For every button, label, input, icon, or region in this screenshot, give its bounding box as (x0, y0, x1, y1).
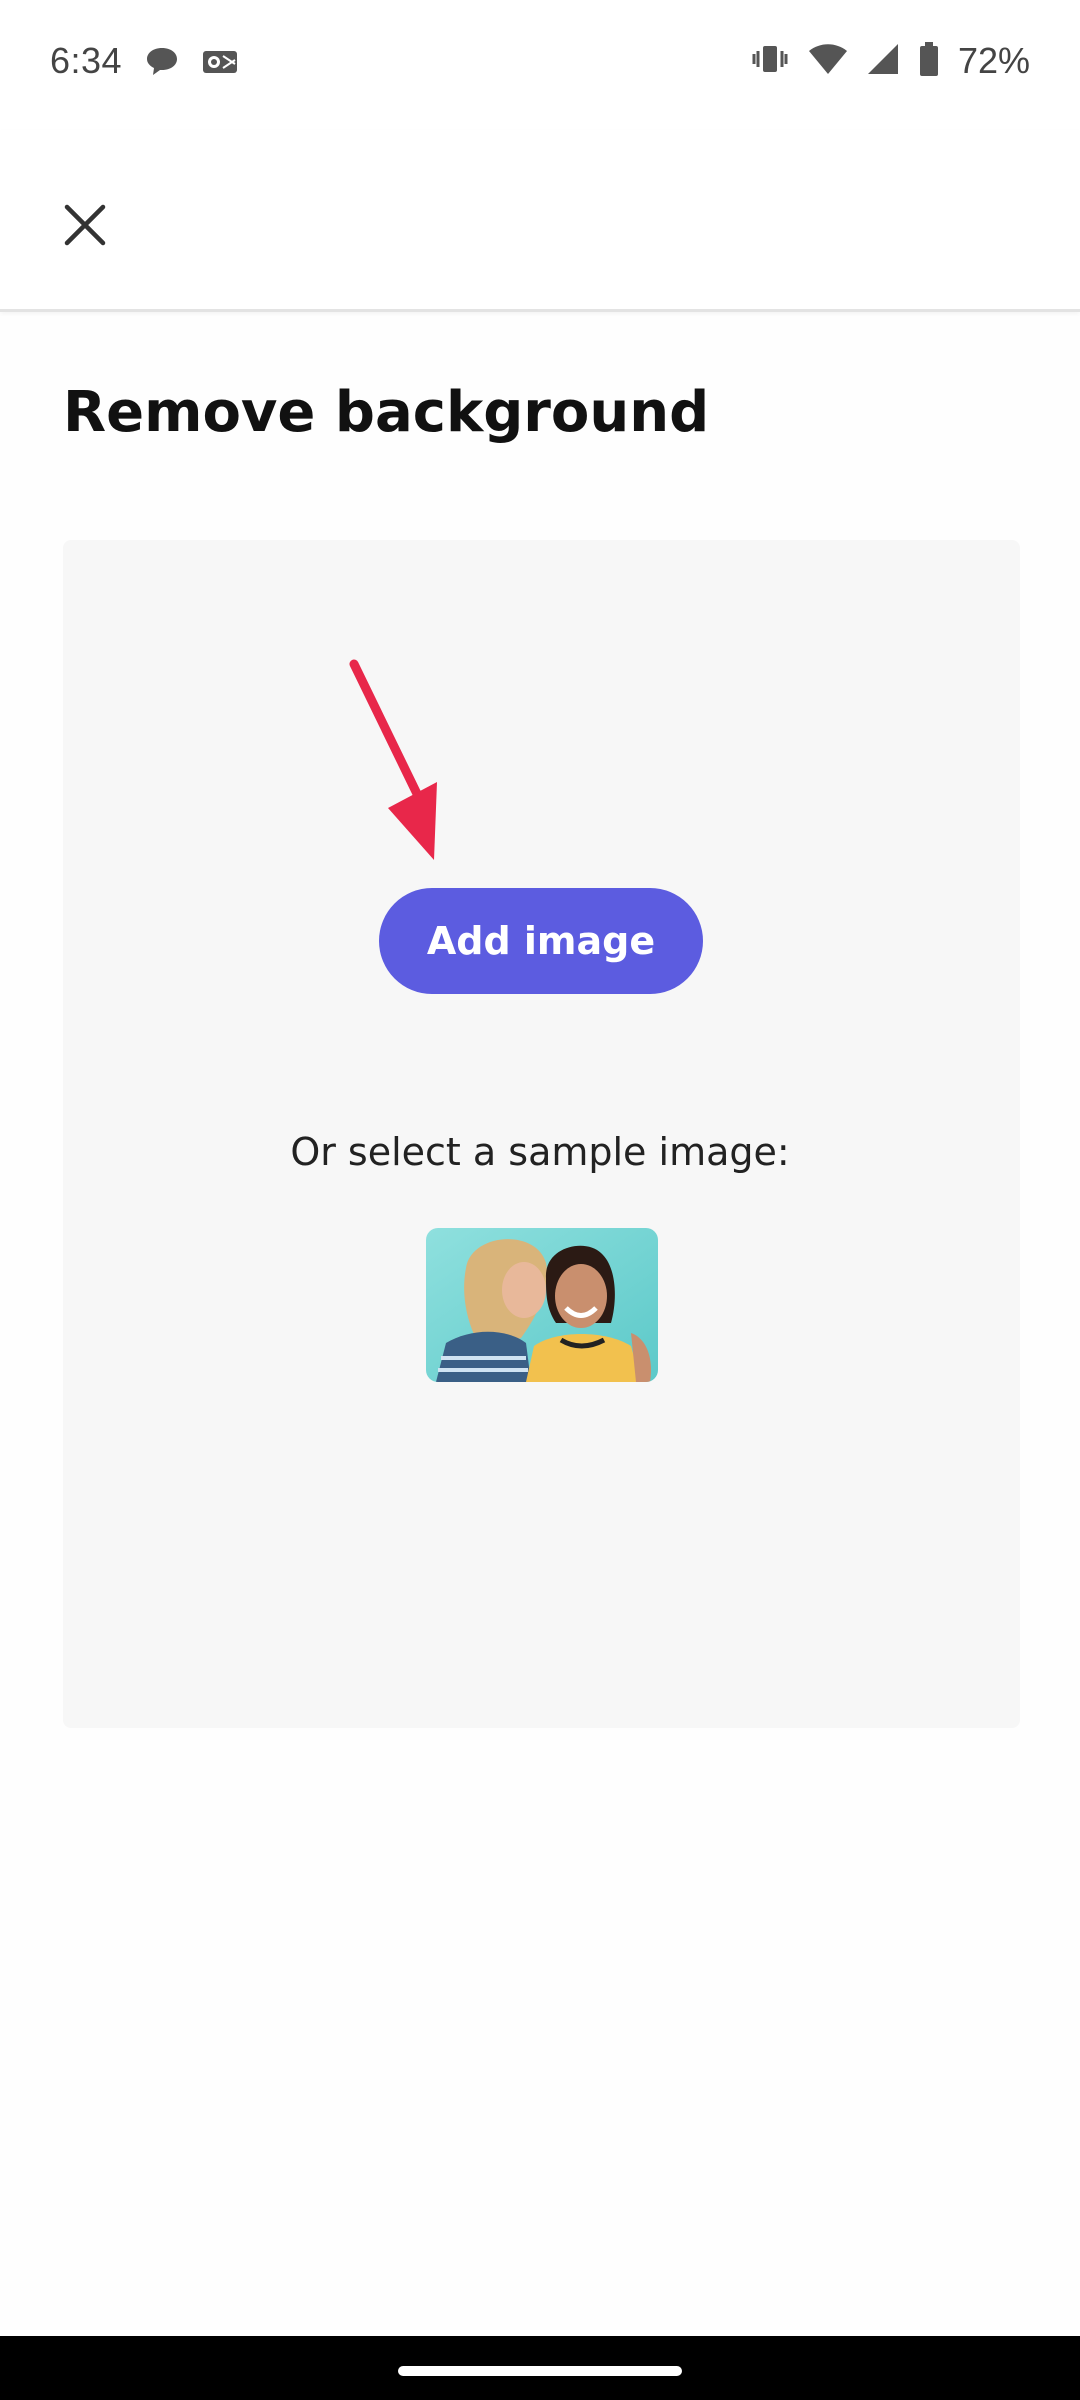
vibrate-icon (750, 42, 790, 81)
sample-image-label: Or select a sample image: (290, 1130, 790, 1174)
home-indicator[interactable] (398, 2366, 682, 2376)
close-button[interactable] (50, 190, 120, 260)
status-system-icons: 72% (750, 40, 1030, 82)
wifi-icon (808, 42, 848, 81)
chat-notification-icon (145, 46, 179, 83)
outlook-icon (201, 46, 239, 83)
sample-photo (426, 1228, 658, 1382)
sample-image-thumbnail[interactable] (426, 1228, 658, 1382)
status-time: 6:34 (50, 40, 123, 81)
status-bar: 6:34 72% (0, 0, 1080, 130)
status-notification-icons (145, 46, 239, 83)
close-icon (64, 204, 106, 246)
app-bar (0, 130, 1080, 312)
signal-icon (866, 42, 900, 81)
battery-percentage: 72% (957, 40, 1030, 81)
annotation-arrow-icon (349, 659, 437, 860)
page-title: Remove background (63, 380, 710, 445)
battery-icon (918, 41, 940, 82)
add-image-button[interactable]: Add image (379, 888, 703, 994)
screen: 6:34 72% Remove background Add image Or … (0, 0, 1080, 2400)
